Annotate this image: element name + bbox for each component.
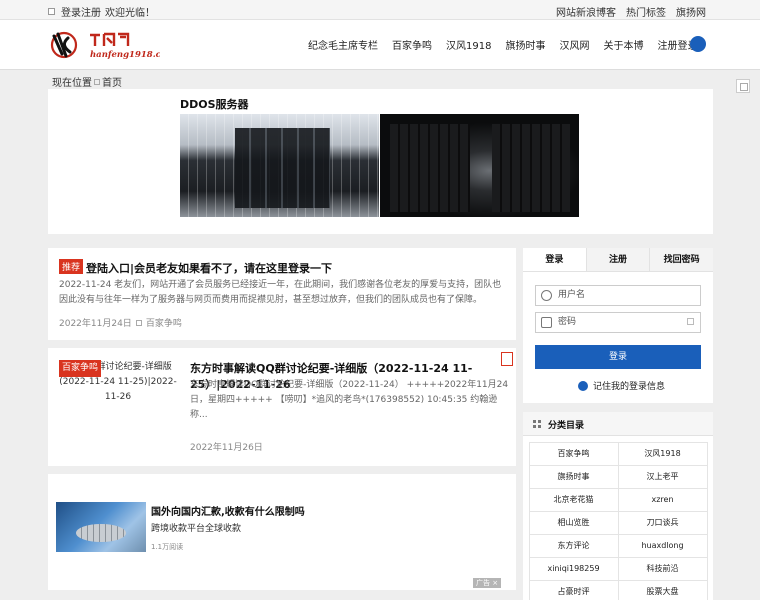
category-item[interactable]: xzren xyxy=(617,487,708,512)
bookmark-icon[interactable] xyxy=(501,352,513,366)
password-placeholder: 密码 xyxy=(558,317,577,327)
nav-item-baijia[interactable]: 百家争鸣 xyxy=(392,37,432,52)
category-item[interactable]: 百家争鸣 xyxy=(528,441,619,466)
category-grid: 百家争鸣 汉风1918 旗扬时事 汉上老平 北京老花猫 xzren 相山览胜 刀… xyxy=(528,441,708,600)
category-item[interactable]: 北京老花猫 xyxy=(528,487,619,512)
category-title: 分类目录 xyxy=(548,421,585,431)
post-excerpt: 2022-11-24 老友们，网站开通了会员服务已经接近一年，在此期间，我们感谢… xyxy=(59,280,502,305)
username-field[interactable]: 用户名 xyxy=(535,285,701,306)
side-tool-icon[interactable] xyxy=(736,79,750,93)
nav-item-mao[interactable]: 纪念毛主席专栏 xyxy=(308,37,378,52)
breadcrumb-home[interactable]: 首页 xyxy=(102,74,122,89)
tab-login[interactable]: 登录 xyxy=(523,248,586,271)
grid-icon xyxy=(533,420,541,428)
banner-title[interactable]: DDOS服务器 xyxy=(180,96,249,112)
breadcrumb-separator-icon xyxy=(94,78,100,85)
username-placeholder: 用户名 xyxy=(558,290,586,300)
hot-tags-link[interactable]: 热门标签 xyxy=(626,4,666,19)
post-date: 2022年11月24日 xyxy=(59,319,132,329)
nav-item-hanfeng1918[interactable]: 汉风1918 xyxy=(446,37,491,52)
password-field[interactable]: 密码 xyxy=(535,312,701,333)
login-register-link[interactable]: 登录注册 xyxy=(61,4,101,19)
category-item[interactable]: 汉上老平 xyxy=(617,464,708,489)
category-item[interactable]: 旗扬时事 xyxy=(528,464,619,489)
post-card: 解读QQ群讨论纪要-详细版(2022-11-24 11-25)|2022-11-… xyxy=(48,348,516,466)
category-item[interactable]: 刀口谈兵 xyxy=(617,510,708,535)
category-header: 分类目录 xyxy=(523,412,713,436)
main-nav: 纪念毛主席专栏 百家争鸣 汉风1918 旗扬时事 汉风网 关于本博 注册登录 xyxy=(308,37,711,52)
login-tabs: 登录 注册 找回密码 xyxy=(523,248,714,272)
login-button[interactable]: 登录 xyxy=(535,345,701,369)
search-toggle-icon[interactable] xyxy=(690,36,706,52)
category-item[interactable]: 东方评论 xyxy=(528,533,619,558)
remember-me[interactable]: 记住我的登录信息 xyxy=(578,379,665,392)
site-logo[interactable]: hanfeng1918.com xyxy=(48,28,160,62)
show-password-icon[interactable] xyxy=(687,318,694,325)
site-header: hanfeng1918.com 纪念毛主席专栏 百家争鸣 汉风1918 旗扬时事… xyxy=(0,20,760,70)
tab-register[interactable]: 注册 xyxy=(585,248,650,271)
tab-forgot-password[interactable]: 找回密码 xyxy=(649,248,714,271)
category-item[interactable]: 相山览胜 xyxy=(528,510,619,535)
dark-server-room-image[interactable] xyxy=(380,114,579,217)
category-item[interactable]: 科技前沿 xyxy=(617,556,708,581)
category-item[interactable]: huaxdlong xyxy=(617,533,708,558)
post-title[interactable]: 登陆入口|会员老友如果看不了，请在这里登录一下 xyxy=(86,260,332,276)
post-date: 2022年11月26日 xyxy=(190,443,263,453)
nav-item-qiyang[interactable]: 旗扬时事 xyxy=(505,37,545,52)
user-icon xyxy=(541,290,552,301)
svg-text:hanfeng1918.com: hanfeng1918.com xyxy=(90,50,160,60)
recommend-tag: 推荐 xyxy=(59,259,84,274)
sina-blog-link[interactable]: 网站新浪博客 xyxy=(556,4,616,19)
nav-item-about[interactable]: 关于本博 xyxy=(603,37,643,52)
folder-icon xyxy=(135,319,142,326)
post-category[interactable]: 百家争鸣 xyxy=(146,316,182,329)
category-item[interactable]: xiniqi198259 xyxy=(528,556,619,581)
remember-label: 记住我的登录信息 xyxy=(593,382,666,392)
qiyang-link[interactable]: 旗扬网 xyxy=(676,4,706,19)
breadcrumb: 现在位置 首页 xyxy=(52,74,122,89)
server-room-image[interactable] xyxy=(180,114,379,217)
ad-subtitle[interactable]: 跨境收款平台全球收款 xyxy=(151,521,241,534)
ad-close-label[interactable]: 广告 × xyxy=(473,578,502,588)
nav-item-hanfeng[interactable]: 汉风网 xyxy=(559,37,589,52)
category-item[interactable]: 汉风1918 xyxy=(617,441,708,466)
user-icon xyxy=(48,8,55,15)
category-item[interactable]: 占豪时评 xyxy=(528,579,619,600)
category-panel: 分类目录 百家争鸣 汉风1918 旗扬时事 汉上老平 北京老花猫 xzren 相… xyxy=(523,412,713,600)
category-item[interactable]: 股票大盘 xyxy=(617,579,708,600)
post-card: 推荐 登陆入口|会员老友如果看不了，请在这里登录一下 2022-11-24 老友… xyxy=(48,248,516,340)
breadcrumb-prefix: 现在位置 xyxy=(52,78,92,89)
post-meta: 2022年11月24日 百家争鸣 xyxy=(59,316,182,329)
post-excerpt: 东方时事解读QQ群讨论纪要-详细版（2022-11-24） +++++2022年… xyxy=(190,380,509,420)
top-bar-links: 网站新浪博客 热门标签 旗扬网 xyxy=(556,4,706,19)
ad-title[interactable]: 国外向国内汇款,收款有什么限制吗 xyxy=(151,503,305,518)
welcome-text: 欢迎光临！ xyxy=(105,8,155,19)
ad-image[interactable] xyxy=(56,502,146,552)
top-bar-left: 登录注册 欢迎光临！ xyxy=(48,4,155,19)
ad-card[interactable]: 国外向国内汇款,收款有什么限制吗 跨境收款平台全球收款 1.1万阅读 广告 × xyxy=(48,474,516,590)
post-thumbnail[interactable]: 解读QQ群讨论纪要-详细版(2022-11-24 11-25)|2022-11-… xyxy=(59,359,177,419)
login-panel: 登录 注册 找回密码 用户名 密码 登录 记住我的登录信息 xyxy=(523,248,714,403)
top-bar: 登录注册 欢迎光临！ 网站新浪博客 热门标签 旗扬网 xyxy=(0,0,760,20)
remember-radio-icon[interactable] xyxy=(578,380,588,391)
ad-reads: 1.1万阅读 xyxy=(151,543,184,551)
lock-icon xyxy=(541,317,552,328)
category-tag[interactable]: 百家争鸣 xyxy=(59,360,102,377)
ddos-banner[interactable]: DDOS服务器 xyxy=(48,89,713,234)
